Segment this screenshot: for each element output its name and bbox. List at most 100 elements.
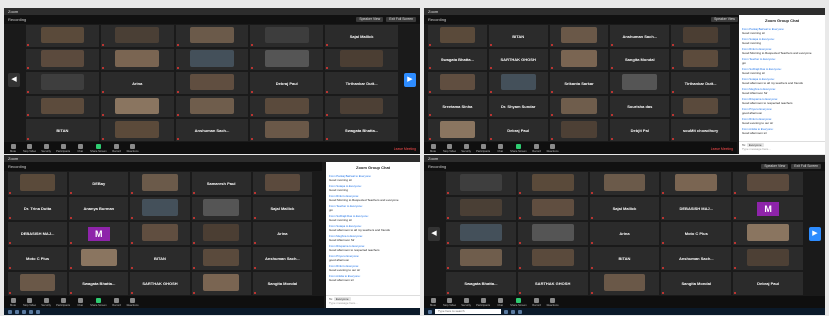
leave-meeting-button[interactable]: Leave Meeting [711, 147, 733, 151]
participant-tile[interactable]: DEBASISH MAJ... [661, 197, 732, 220]
participant-tile[interactable] [446, 197, 516, 220]
chat-button[interactable]: Chat [495, 297, 505, 307]
participants-button[interactable]: Participants [56, 297, 70, 307]
record-button[interactable]: Record [112, 297, 122, 307]
participant-tile[interactable] [191, 272, 251, 295]
participant-tile[interactable]: Moto C Plus [8, 247, 68, 270]
participant-tile[interactable] [488, 72, 548, 94]
security-button[interactable]: Security [461, 143, 471, 153]
participant-tile[interactable]: SARTHAK GHOSH [130, 272, 190, 295]
participant-tile[interactable]: Debraj Paul [488, 119, 548, 141]
participant-tile[interactable] [100, 119, 174, 141]
participant-tile[interactable] [175, 48, 249, 71]
stop-video-button[interactable]: Stop Video [443, 143, 456, 153]
participant-tile[interactable]: Moto C Plus [661, 222, 732, 245]
participant-tile[interactable]: Sangita Mondal [661, 272, 732, 295]
participant-tile[interactable]: M [69, 222, 129, 245]
app-icon[interactable] [29, 309, 33, 314]
mute-button[interactable]: Mute [8, 143, 18, 153]
start-icon[interactable] [8, 309, 12, 314]
start-icon[interactable] [428, 309, 432, 314]
participant-tile[interactable]: souMit chowdhury [671, 119, 730, 141]
participant-tile[interactable] [733, 172, 803, 195]
security-button[interactable]: Security [41, 297, 51, 307]
participant-tile[interactable] [671, 48, 730, 71]
participant-tile[interactable]: DEBASISH MAJ... [8, 222, 68, 245]
participant-tile[interactable]: Swagata Bhatta... [446, 272, 516, 295]
participant-tile[interactable] [26, 72, 99, 94]
exit-fullscreen-button[interactable]: Exit Full Screen [791, 164, 821, 169]
participant-tile[interactable] [428, 72, 487, 94]
participant-tile[interactable] [130, 172, 190, 195]
participant-tile[interactable] [325, 95, 398, 118]
participant-tile[interactable] [517, 197, 588, 220]
participant-tile[interactable] [589, 272, 660, 295]
participant-tile[interactable] [428, 119, 487, 141]
participant-tile[interactable]: Sajal Mallick [325, 25, 398, 47]
participant-tile[interactable]: Arina [589, 222, 660, 245]
reactions-button[interactable]: Reactions [547, 297, 559, 307]
participant-tile[interactable] [175, 25, 249, 47]
participant-tile[interactable] [8, 172, 68, 195]
participant-tile[interactable] [589, 172, 660, 195]
participant-tile[interactable] [26, 95, 99, 118]
share-screen-button[interactable]: Share Screen [510, 143, 527, 153]
participant-tile[interactable]: Arina [252, 222, 312, 245]
participant-tile[interactable]: Sajal Mallick [589, 197, 660, 220]
app-icon[interactable] [22, 309, 26, 314]
participants-button[interactable]: Participants [476, 297, 490, 307]
chat-button[interactable]: Chat [75, 297, 85, 307]
participant-tile[interactable] [8, 272, 68, 295]
participant-tile[interactable]: Sreetama Sinha [428, 95, 487, 118]
participant-tile[interactable] [175, 95, 249, 118]
chat-button[interactable]: Chat [495, 143, 505, 153]
record-button[interactable]: Record [532, 143, 542, 153]
participant-tile[interactable]: Swagata Bhatta... [69, 272, 129, 295]
participant-tile[interactable]: Debraj Paul [733, 272, 803, 295]
participant-tile[interactable] [733, 247, 803, 270]
participant-tile[interactable]: Swagata Bhatta... [428, 48, 487, 71]
participant-tile[interactable] [549, 119, 609, 141]
participant-tile[interactable]: Anshuman Sach... [252, 247, 312, 270]
participant-tile[interactable] [517, 222, 588, 245]
participant-tile[interactable]: Sajal Mallick [252, 197, 312, 220]
participant-tile[interactable] [100, 25, 174, 47]
participant-tile[interactable]: BITAN [488, 25, 548, 47]
security-button[interactable]: Security [461, 297, 471, 307]
participants-button[interactable]: Participants [476, 143, 490, 153]
participant-tile[interactable]: Arina [100, 72, 174, 94]
participant-tile[interactable] [733, 222, 803, 245]
participant-tile[interactable] [191, 197, 251, 220]
app-icon[interactable] [36, 309, 40, 314]
mute-button[interactable]: Mute [428, 143, 438, 153]
participant-tile[interactable]: BITAN [130, 247, 190, 270]
participant-tile[interactable] [130, 197, 190, 220]
participant-tile[interactable] [252, 172, 312, 195]
participant-tile[interactable]: Sangita Mondal [610, 48, 670, 71]
app-icon[interactable] [518, 309, 522, 314]
stop-video-button[interactable]: Stop Video [23, 143, 36, 153]
reactions-button[interactable]: Reactions [547, 143, 559, 153]
next-page-button[interactable]: ▶ [809, 227, 821, 241]
participant-tile[interactable]: Debjit Pal [610, 119, 670, 141]
mute-button[interactable]: Mute [428, 297, 438, 307]
exit-fullscreen-button[interactable]: Exit Full Screen [386, 17, 416, 22]
participant-tile[interactable]: Debraj Paul [250, 72, 324, 94]
participant-tile[interactable]: Sangita Mondal [252, 272, 312, 295]
share-screen-button[interactable]: Share Screen [90, 297, 107, 307]
participant-tile[interactable] [250, 48, 324, 71]
participant-tile[interactable] [26, 25, 99, 47]
speaker-view-button[interactable]: Speaker View [761, 164, 789, 169]
participant-tile[interactable]: Srikanta Sarkar [549, 72, 609, 94]
participant-tile[interactable] [428, 25, 487, 47]
record-button[interactable]: Record [112, 143, 122, 153]
participant-tile[interactable] [69, 247, 129, 270]
participant-tile[interactable]: Dr. Trina Dutta [8, 197, 68, 220]
reactions-button[interactable]: Reactions [127, 297, 139, 307]
participant-tile[interactable] [325, 48, 398, 71]
participants-button[interactable]: Participants [56, 143, 70, 153]
participant-tile[interactable] [250, 95, 324, 118]
chat-message-input[interactable]: Type message here... [742, 147, 822, 151]
record-button[interactable]: Record [532, 297, 542, 307]
app-icon[interactable] [511, 309, 515, 314]
